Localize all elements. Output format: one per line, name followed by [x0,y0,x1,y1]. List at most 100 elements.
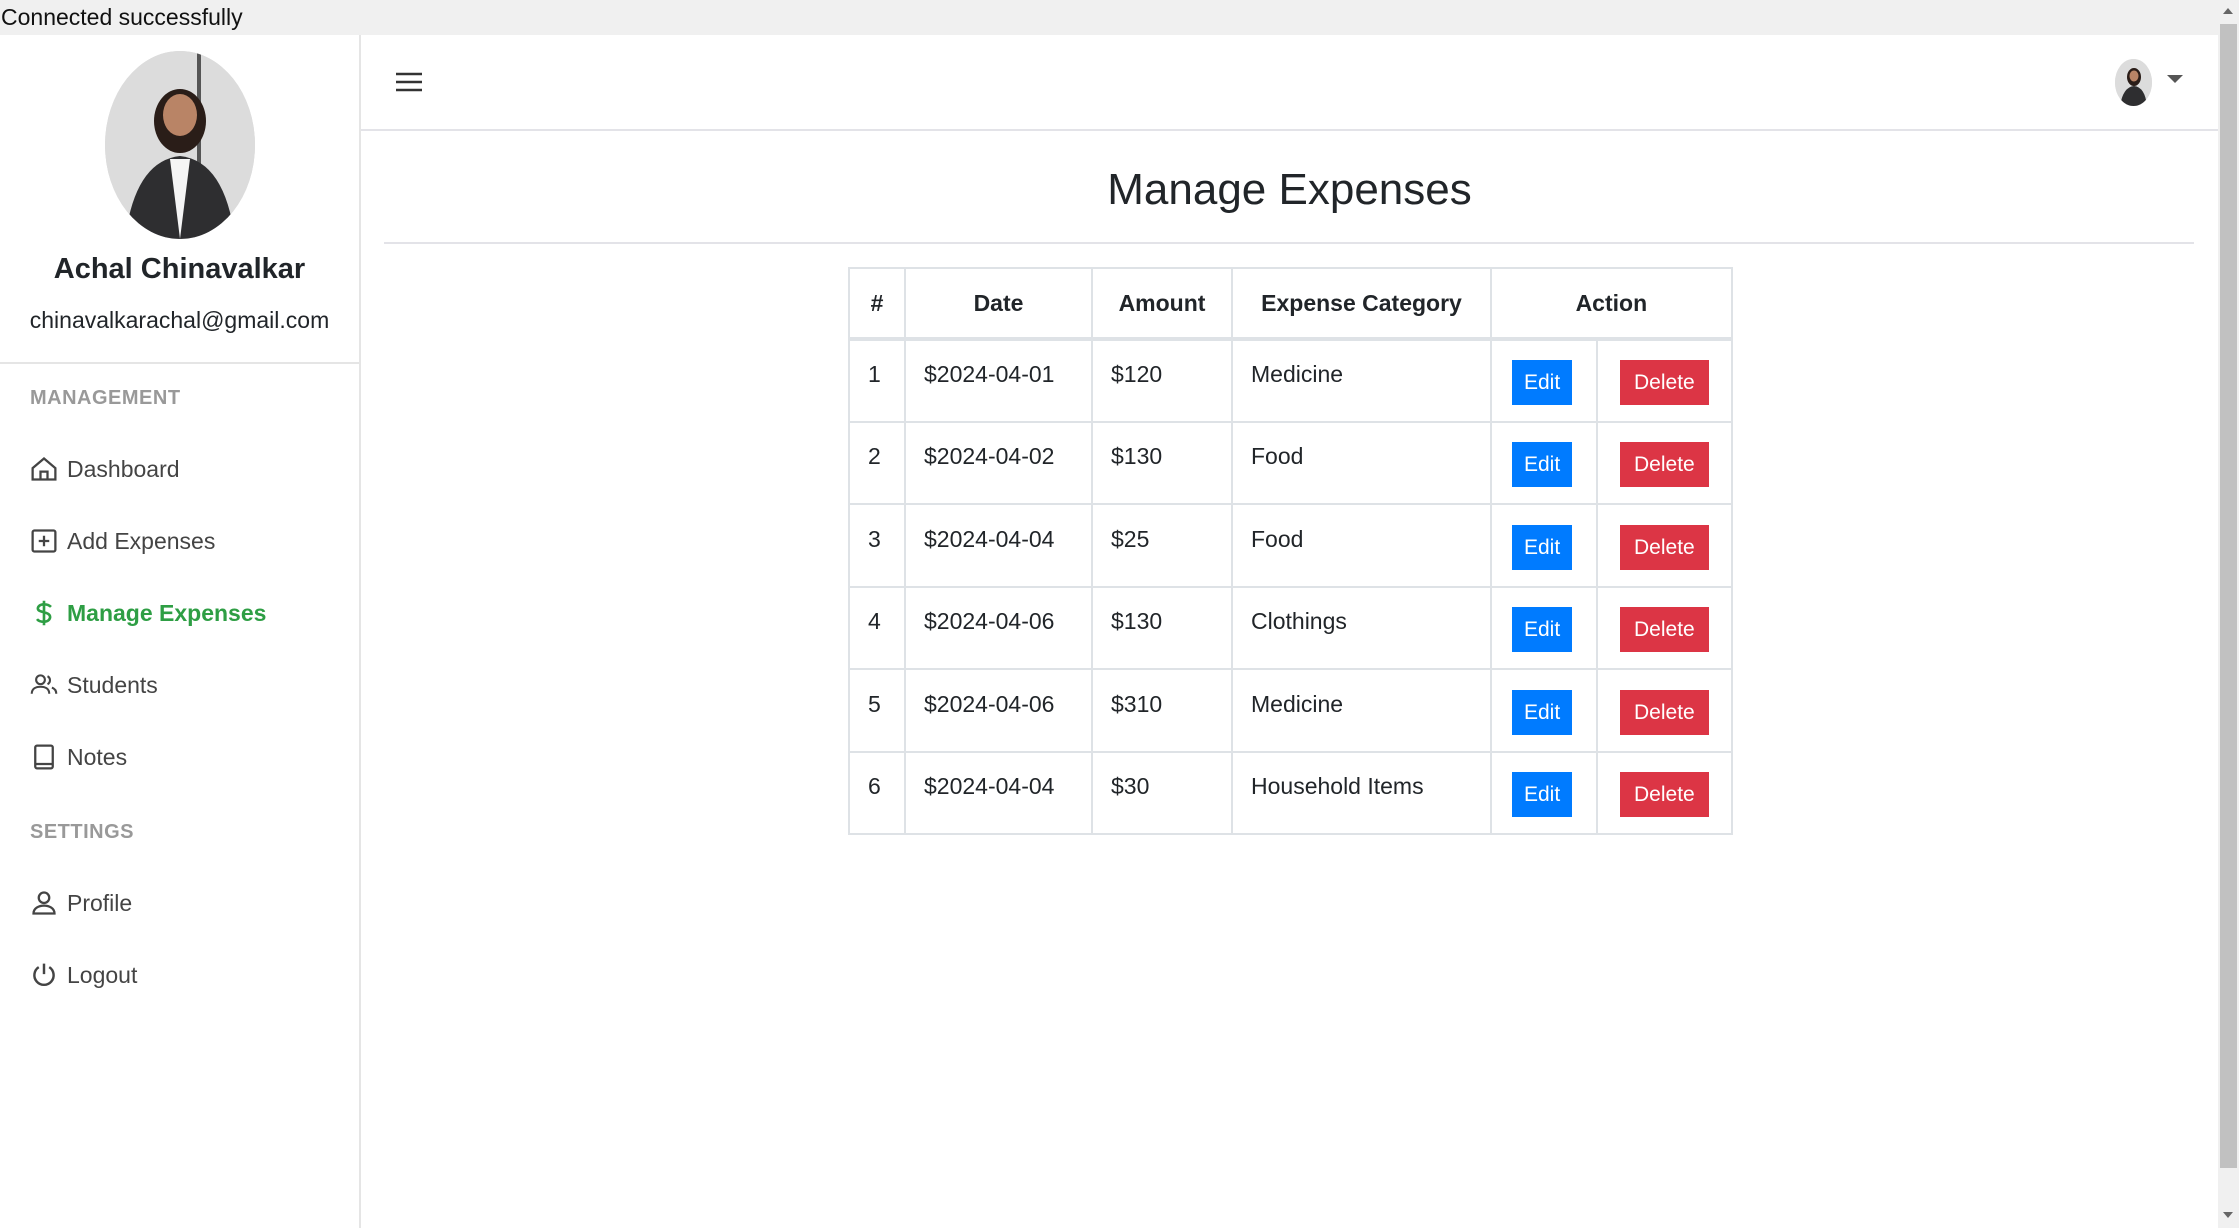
dollar-icon [35,600,52,626]
section-management: MANAGEMENT [30,387,181,409]
hamburger-menu-icon[interactable] [395,71,423,93]
status-message: Connected successfully [1,4,243,30]
cell-date: $2024-04-06 [904,668,1093,753]
sidebar-item-label: Logout [67,961,138,988]
expenses-table: # Date Amount Expense Category Action 1 … [848,267,1733,835]
cell-edit: Edit [1490,503,1598,588]
sidebar-item-label: Profile [67,889,133,916]
scroll-down-icon[interactable] [2223,1212,2233,1218]
sidebar-item-students[interactable]: Students [30,671,158,699]
house-icon [31,457,57,481]
cell-edit: Edit [1490,585,1598,670]
cell-edit: Edit [1490,750,1598,835]
sidebar-item-label: Add Expenses [67,527,216,554]
sidebar-item-label: Dashboard [67,455,180,482]
cell-date: $2024-04-04 [904,750,1093,835]
sidebar-item-dashboard[interactable]: Dashboard [30,455,180,483]
delete-button[interactable]: Delete [1620,524,1709,570]
scrollbar-thumb[interactable] [2220,24,2237,1168]
cell-category: Household Items [1231,750,1492,835]
page-title: Manage Expenses [1107,165,1472,214]
sidebar: Achal Chinavalkar chinavalkarachal@gmail… [0,35,361,1228]
edit-button[interactable]: Edit [1512,689,1573,735]
cell-category: Food [1231,503,1492,588]
cell-delete: Delete [1596,585,1733,670]
cell-number: 5 [848,668,906,753]
cell-date: $2024-04-06 [904,585,1093,670]
sidebar-item-profile[interactable]: Profile [30,889,132,917]
table-row: 6 $2024-04-04 $30 Household Items Edit D… [848,750,1733,835]
chevron-down-icon[interactable] [2167,75,2183,83]
table-row: 4 $2024-04-06 $130 Clothings Edit Delete [848,585,1733,670]
cell-number: 1 [848,338,906,423]
sidebar-item-notes[interactable]: Notes [30,743,127,771]
cell-category: Food [1231,420,1492,505]
scroll-up-icon[interactable] [2223,8,2233,14]
edit-button[interactable]: Edit [1512,442,1573,488]
col-amount: Amount [1091,267,1233,341]
cell-date: $2024-04-04 [904,503,1093,588]
edit-button[interactable]: Edit [1512,772,1573,818]
table-row: 2 $2024-04-02 $130 Food Edit Delete [848,420,1733,505]
delete-button[interactable]: Delete [1620,360,1709,406]
delete-button[interactable]: Delete [1620,607,1709,653]
delete-button[interactable]: Delete [1620,772,1709,818]
sidebar-item-label: Notes [67,743,128,770]
plus-square-icon [31,529,57,553]
table-header-row: # Date Amount Expense Category Action [848,267,1733,341]
person-icon [32,891,56,915]
edit-button[interactable]: Edit [1512,360,1573,406]
cell-delete: Delete [1596,750,1733,835]
sidebar-item-manage-expenses[interactable]: Manage Expenses [30,599,266,627]
divider [384,242,2194,244]
cell-edit: Edit [1490,338,1598,423]
cell-category: Medicine [1231,668,1492,753]
col-number: # [848,267,906,341]
people-icon [30,674,58,694]
user-name: Achal Chinavalkar [53,253,306,285]
profile-photo [105,51,255,239]
delete-button[interactable]: Delete [1620,689,1709,735]
cell-date: $2024-04-01 [904,338,1093,423]
book-icon [34,744,54,770]
sidebar-item-label: Manage Expenses [67,599,267,626]
col-action: Action [1490,267,1733,341]
cell-amount: $120 [1091,338,1233,423]
table-row: 3 $2024-04-04 $25 Food Edit Delete [848,503,1733,588]
user-email: chinavalkarachal@gmail.com [29,307,330,333]
cell-amount: $25 [1091,503,1233,588]
table-row: 5 $2024-04-06 $310 Medicine Edit Delete [848,668,1733,753]
cell-amount: $310 [1091,668,1233,753]
cell-delete: Delete [1596,668,1733,753]
cell-edit: Edit [1490,668,1598,753]
delete-button[interactable]: Delete [1620,442,1709,488]
power-icon [33,963,55,987]
user-avatar[interactable] [2115,59,2152,106]
top-navbar [361,35,2218,131]
cell-number: 6 [848,750,906,835]
cell-date: $2024-04-02 [904,420,1093,505]
cell-edit: Edit [1490,420,1598,505]
cell-delete: Delete [1596,503,1733,588]
edit-button[interactable]: Edit [1512,524,1573,570]
section-settings: SETTINGS [30,821,135,843]
table-row: 1 $2024-04-01 $120 Medicine Edit Delete [848,338,1733,423]
cell-category: Medicine [1231,338,1492,423]
cell-number: 2 [848,420,906,505]
status-bar: Connected successfully [0,0,2218,35]
divider [0,362,359,364]
cell-amount: $130 [1091,585,1233,670]
sidebar-item-logout[interactable]: Logout [30,961,137,989]
cell-amount: $30 [1091,750,1233,835]
cell-category: Clothings [1231,585,1492,670]
sidebar-item-add-expenses[interactable]: Add Expenses [30,527,215,555]
col-date: Date [904,267,1093,341]
cell-number: 3 [848,503,906,588]
cell-delete: Delete [1596,338,1733,423]
sidebar-item-label: Students [67,671,158,698]
scrollbar[interactable] [2218,0,2239,1228]
cell-amount: $130 [1091,420,1233,505]
cell-number: 4 [848,585,906,670]
edit-button[interactable]: Edit [1512,607,1573,653]
col-category: Expense Category [1231,267,1492,341]
